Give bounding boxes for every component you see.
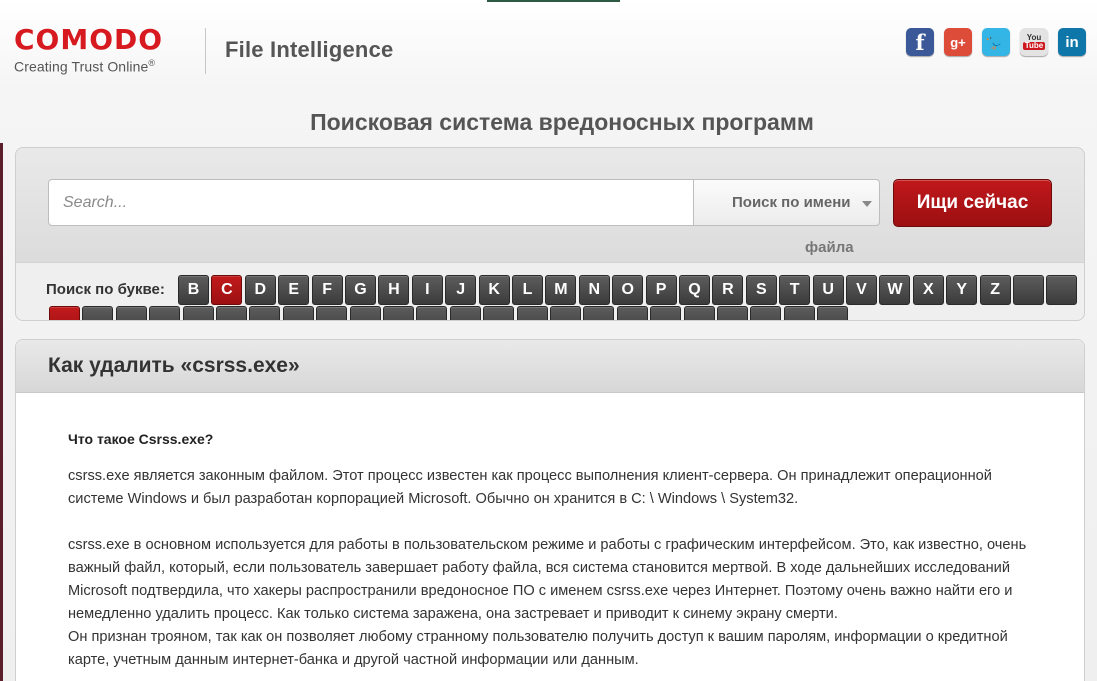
letter-button-blank[interactable]: [82, 306, 114, 320]
letter-button-g[interactable]: G: [345, 275, 376, 305]
letter-button-r[interactable]: R: [712, 275, 744, 305]
letter-button-c[interactable]: C: [211, 275, 243, 305]
left-edge-bar: [0, 143, 3, 681]
article-question: Что такое Csrss.exe?: [68, 431, 214, 447]
letter-button-o[interactable]: O: [612, 275, 644, 305]
letter-button-t[interactable]: T: [779, 275, 811, 305]
linkedin-icon[interactable]: in: [1058, 28, 1086, 56]
letter-button-w[interactable]: W: [879, 275, 911, 305]
logo-wordmark: COMODO: [14, 23, 164, 56]
letter-button-s[interactable]: S: [745, 275, 777, 305]
social-links: f g+ 🐦 You Tube in: [906, 28, 1086, 56]
letter-button-d[interactable]: D: [244, 275, 276, 305]
product-name: File Intelligence: [225, 37, 394, 62]
youtube-icon[interactable]: You Tube: [1020, 28, 1048, 56]
letter-button-blank[interactable]: [817, 306, 849, 320]
article-paragraph: csrss.exe в основном используется для ра…: [68, 537, 1027, 622]
article-body: Что такое Csrss.exe? csrss.exe является …: [68, 428, 1028, 672]
letter-button-blank[interactable]: [1046, 275, 1078, 305]
letter-button-blank[interactable]: [216, 306, 247, 320]
header-divider: [205, 28, 206, 74]
article-title: Как удалить «csrss.exe»: [48, 354, 300, 377]
letter-button-blank[interactable]: [182, 306, 214, 320]
letter-button-blank[interactable]: [550, 306, 581, 320]
letter-button-k[interactable]: K: [478, 275, 510, 305]
letter-button-y[interactable]: Y: [946, 275, 978, 305]
letter-button-blank[interactable]: [683, 306, 715, 320]
letter-button-f[interactable]: F: [311, 275, 343, 305]
article-paragraph: csrss.exe является законным файлом. Этот…: [68, 468, 992, 507]
letter-button-n[interactable]: N: [578, 275, 610, 305]
comodo-logo[interactable]: COMODO Creating Trust Online®: [14, 26, 163, 75]
letter-button-blank[interactable]: [516, 306, 548, 320]
letter-button-blank[interactable]: [383, 306, 414, 320]
letter-button-blank[interactable]: [783, 306, 815, 320]
letter-button-blank[interactable]: [282, 306, 314, 320]
logo-tagline: Creating Trust Online®: [14, 58, 156, 75]
letter-button-blank[interactable]: [316, 306, 348, 320]
search-now-button[interactable]: Ищи сейчас: [893, 179, 1052, 227]
letter-button-blank[interactable]: [115, 306, 147, 320]
article-header: Как удалить «csrss.exe»: [16, 340, 1084, 393]
facebook-icon[interactable]: f: [906, 28, 934, 56]
letter-button-blank[interactable]: [616, 306, 648, 320]
letter-button-blank[interactable]: [1013, 275, 1044, 305]
letter-button-blank[interactable]: [650, 306, 682, 320]
letter-button-blank[interactable]: [583, 306, 615, 320]
search-panel: Поиск по имени файла Ищи сейчас Поиск по…: [15, 147, 1085, 321]
letter-button-m[interactable]: M: [545, 275, 577, 305]
letter-button-l[interactable]: L: [512, 275, 543, 305]
search-mode-value: Поиск по имени: [732, 194, 851, 211]
letter-button-blank[interactable]: [249, 306, 281, 320]
letter-button-b[interactable]: B: [178, 275, 209, 305]
letter-button-j[interactable]: J: [445, 275, 477, 305]
letter-button-blank[interactable]: [349, 306, 381, 320]
letter-button-blank[interactable]: [416, 306, 448, 320]
letter-button-h[interactable]: H: [378, 275, 410, 305]
caret-down-icon: [862, 201, 872, 207]
letter-button-v[interactable]: V: [846, 275, 877, 305]
article-panel: Как удалить «csrss.exe» Что такое Csrss.…: [15, 339, 1085, 681]
article-paragraph: Он признан трояном, так как он позволяет…: [68, 629, 1008, 668]
search-input[interactable]: [48, 179, 694, 226]
twitter-icon[interactable]: 🐦: [982, 28, 1010, 56]
letter-button-blank[interactable]: [483, 306, 515, 320]
letter-button-blank[interactable]: [750, 306, 782, 320]
google-plus-icon[interactable]: g+: [944, 28, 972, 56]
letter-button-u[interactable]: U: [812, 275, 844, 305]
letter-button-blank[interactable]: [149, 306, 181, 320]
letter-button-e[interactable]: E: [278, 275, 310, 305]
letter-button-blank[interactable]: [717, 306, 748, 320]
letter-button-blank[interactable]: [449, 306, 481, 320]
letter-button-z[interactable]: Z: [979, 275, 1011, 305]
search-mode-select[interactable]: Поиск по имени: [693, 179, 880, 226]
letter-button-x[interactable]: X: [912, 275, 944, 305]
page-title: Поисковая система вредоносных программ: [310, 109, 814, 135]
letter-button-i[interactable]: I: [411, 275, 443, 305]
letter-button-q[interactable]: Q: [679, 275, 710, 305]
letter-search-label: Поиск по букве:: [46, 281, 165, 298]
top-accent-stripe: [487, 0, 620, 2]
letter-button-p[interactable]: P: [645, 275, 677, 305]
search-mode-value-wrap: файла: [805, 239, 854, 256]
letter-button-blank[interactable]: [49, 306, 80, 320]
